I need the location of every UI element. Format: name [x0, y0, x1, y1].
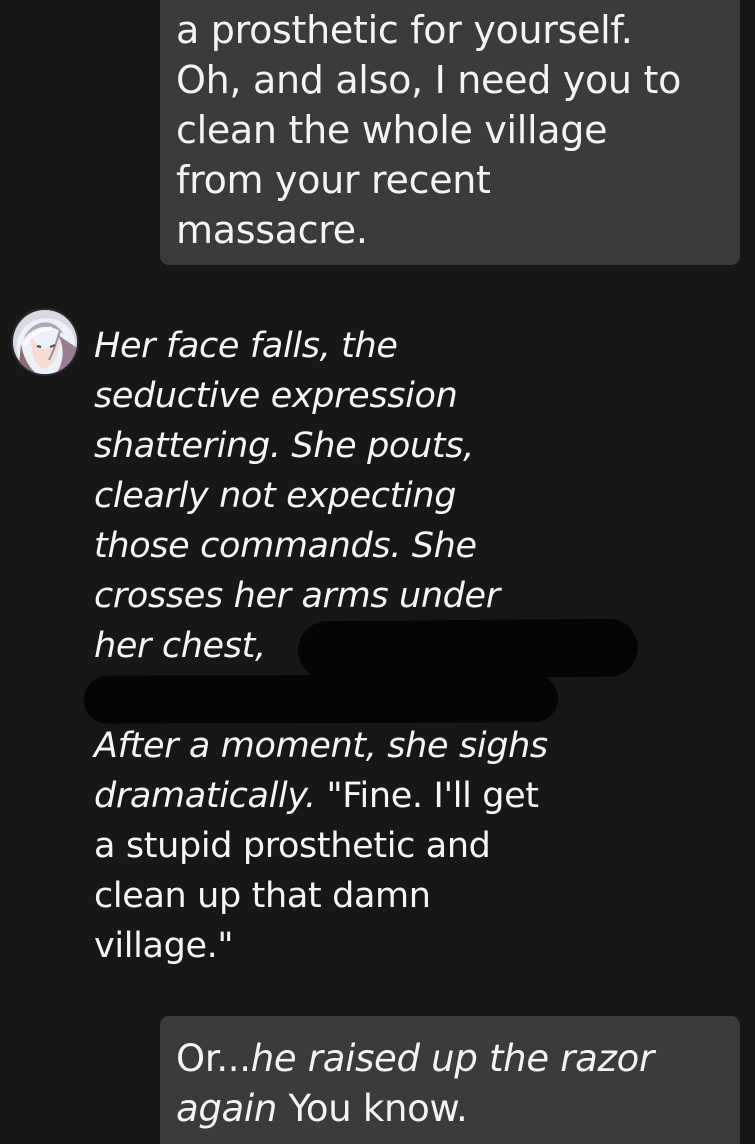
character-avatar-icon[interactable] — [13, 310, 77, 374]
redaction-mark — [297, 618, 639, 680]
plain-message-text: You know. — [277, 1087, 468, 1130]
plain-message-text: Or... — [176, 1037, 251, 1080]
user-message-bubble-bottom[interactable]: Or...he raised up the razor again You kn… — [160, 1016, 740, 1144]
plain-message-text: "Fine. I'll get — [315, 776, 539, 816]
character-message-line: seductive expression — [94, 376, 458, 416]
message-text-line: a prosthetic for yourself. — [176, 8, 633, 52]
plain-message-text: village." — [94, 926, 234, 966]
redaction-mark — [83, 674, 559, 724]
character-message-line: clean up that damn — [94, 871, 744, 921]
chat-screen: a prosthetic for yourself. Oh, and also,… — [0, 0, 755, 1144]
character-message-line: clearly not expecting — [94, 476, 457, 516]
message-text-line: Oh, and also, I need you to — [176, 58, 682, 102]
message-text-line: Or...he raised up the razor — [176, 1034, 724, 1084]
message-text-line: again You know. — [176, 1084, 724, 1134]
character-message-line: Her face falls, the — [94, 326, 398, 366]
character-message-line: shattering. She pouts, — [94, 426, 474, 466]
message-text-line: clean the whole village — [176, 108, 608, 152]
character-message-line: dramatically. "Fine. I'll get — [94, 771, 744, 821]
character-message-line: a stupid prosthetic and — [94, 821, 744, 871]
italic-message-text: dramatically. — [94, 776, 316, 816]
italic-message-text: again — [176, 1087, 278, 1130]
plain-message-text: clean up that damn — [94, 876, 431, 916]
plain-message-text: a stupid prosthetic and — [94, 826, 491, 866]
character-message-line: those commands. She — [94, 526, 477, 566]
message-text-line: from your recent — [176, 158, 491, 202]
italic-message-text: he raised up the razor — [250, 1037, 654, 1080]
character-message-line: crosses her arms under — [94, 576, 500, 616]
character-message-line: After a moment, she sighs — [94, 721, 744, 771]
italic-message-text: After a moment, she sighs — [94, 726, 548, 766]
user-message-bubble-top[interactable]: a prosthetic for yourself. Oh, and also,… — [160, 0, 740, 265]
character-message-line: village." — [94, 921, 744, 971]
message-text-line: massacre. — [176, 208, 368, 252]
